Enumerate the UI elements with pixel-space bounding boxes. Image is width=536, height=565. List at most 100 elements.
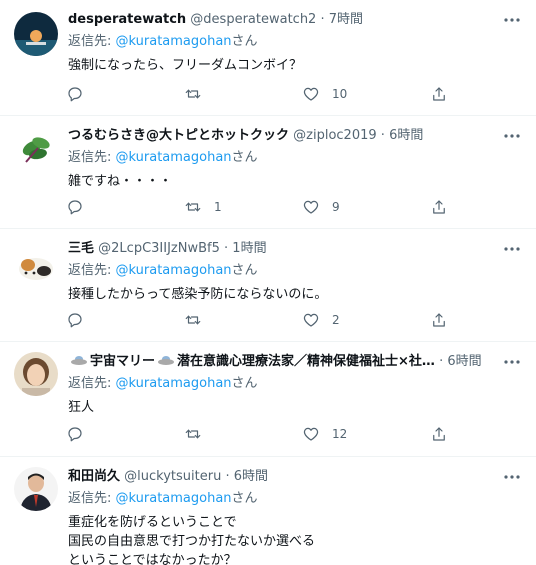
retweet-icon xyxy=(185,89,201,99)
tweet[interactable]: desperatewatch @desperatewatch2 · 7時間 返信… xyxy=(0,0,536,116)
tweet[interactable]: 宇宙マリー 潜在意識心理療法家／精神保健福祉士×社… · 6時間 返信先: @ku… xyxy=(0,342,536,457)
display-name[interactable]: desperatewatch xyxy=(68,12,186,27)
heart-icon xyxy=(303,313,319,327)
avatar[interactable] xyxy=(14,12,58,56)
reply-icon xyxy=(68,427,82,442)
retweet-button[interactable]: 1 xyxy=(184,195,222,219)
tweet[interactable]: 三毛 @2LcpC3IIJzNwBf5 · 1時間 返信先: @kuratama… xyxy=(0,229,536,342)
tweet-actions: 10 xyxy=(60,82,460,106)
reply-to-link[interactable]: @kuratamagohan xyxy=(116,150,232,165)
display-name[interactable]: 三毛 xyxy=(68,241,94,256)
more-button[interactable] xyxy=(500,126,524,146)
like-button[interactable]: 2 xyxy=(302,308,340,332)
display-name[interactable]: つるむらさき@大トピとホットクック xyxy=(68,128,289,143)
timestamp[interactable]: 6時間 xyxy=(389,128,423,143)
heart-icon xyxy=(303,87,319,101)
share-icon xyxy=(433,87,445,101)
reply-context: 返信先: @kuratamagohanさん xyxy=(68,148,524,168)
reply-feed: desperatewatch @desperatewatch2 · 7時間 返信… xyxy=(0,0,536,565)
retweet-button[interactable] xyxy=(184,422,202,446)
tweet-text: 重症化を防げるということで 国民の自由意思で打つか打たないか選べる ということで… xyxy=(68,515,316,565)
more-button[interactable] xyxy=(500,352,524,372)
like-count: 10 xyxy=(332,87,348,101)
tweet-text: 雑ですね・・・・ xyxy=(68,174,173,189)
more-button[interactable] xyxy=(500,239,524,259)
reply-to-link[interactable]: @kuratamagohan xyxy=(116,263,232,278)
tweet-text: 狂人 xyxy=(68,400,95,415)
ufo-icon xyxy=(158,356,175,365)
reply-to-link[interactable]: @kuratamagohan xyxy=(116,491,232,506)
retweet-button[interactable] xyxy=(184,82,202,106)
retweet-icon xyxy=(185,202,201,212)
reply-suffix: さん xyxy=(231,263,258,278)
timestamp[interactable]: 6時間 xyxy=(234,469,268,484)
heart-icon xyxy=(303,200,319,214)
reply-prefix: 返信先: xyxy=(68,150,116,165)
timestamp[interactable]: 1時間 xyxy=(232,241,266,256)
like-count: 12 xyxy=(332,427,348,441)
reply-prefix: 返信先: xyxy=(68,263,116,278)
user-handle[interactable]: @2LcpC3IIJzNwBf5 xyxy=(98,241,220,256)
reply-prefix: 返信先: xyxy=(68,491,116,506)
retweet-button[interactable] xyxy=(184,308,202,332)
display-name-part1[interactable]: 宇宙マリー xyxy=(90,354,155,369)
tweet-text: 接種したからって感染予防にならないのに。 xyxy=(68,287,328,302)
reply-context: 返信先: @kuratamagohanさん xyxy=(68,374,524,394)
avatar[interactable] xyxy=(14,126,58,170)
display-name[interactable]: 和田尚久 xyxy=(68,469,120,484)
display-name-part2[interactable]: 潜在意識心理療法家／精神保健福祉士×社… xyxy=(177,354,435,369)
tweet-header: 和田尚久 @luckytsuiteru · 6時間 xyxy=(68,467,524,487)
reply-button[interactable] xyxy=(66,422,84,446)
tweet-actions: 12 xyxy=(60,422,460,446)
reply-suffix: さん xyxy=(231,150,258,165)
more-button[interactable] xyxy=(500,10,524,30)
share-icon xyxy=(433,313,445,327)
reply-icon xyxy=(68,87,82,102)
like-count: 9 xyxy=(332,200,340,214)
share-icon xyxy=(433,200,445,214)
share-button[interactable] xyxy=(430,82,448,106)
reply-button[interactable] xyxy=(66,308,84,332)
tweet-header: 三毛 @2LcpC3IIJzNwBf5 · 1時間 xyxy=(68,239,524,259)
reply-button[interactable] xyxy=(66,82,84,106)
timestamp[interactable]: 7時間 xyxy=(329,12,363,27)
share-button[interactable] xyxy=(430,422,448,446)
reply-prefix: 返信先: xyxy=(68,34,116,49)
share-button[interactable] xyxy=(430,195,448,219)
tweet[interactable]: つるむらさき@大トピとホットクック @ziploc2019 · 6時間 返信先:… xyxy=(0,116,536,229)
separator-dot: · xyxy=(380,128,385,143)
avatar[interactable] xyxy=(14,467,58,511)
ufo-icon xyxy=(71,356,87,365)
more-icon xyxy=(504,360,520,364)
reply-icon xyxy=(68,200,82,215)
reply-icon xyxy=(68,313,82,328)
more-icon xyxy=(504,134,520,138)
separator-dot: · xyxy=(224,241,229,256)
avatar[interactable] xyxy=(14,243,58,287)
reply-to-link[interactable]: @kuratamagohan xyxy=(116,376,232,391)
like-button[interactable]: 9 xyxy=(302,195,340,219)
user-handle[interactable]: @ziploc2019 xyxy=(293,128,376,143)
more-icon xyxy=(504,247,520,251)
timestamp[interactable]: 6時間 xyxy=(447,354,481,369)
tweet-header: つるむらさき@大トピとホットクック @ziploc2019 · 6時間 xyxy=(68,126,524,146)
reply-context: 返信先: @kuratamagohanさん xyxy=(68,32,524,52)
retweet-icon xyxy=(185,315,201,325)
more-button[interactable] xyxy=(500,467,524,487)
reply-to-link[interactable]: @kuratamagohan xyxy=(116,34,232,49)
tweet-actions: 2 xyxy=(60,308,460,332)
user-handle[interactable]: @desperatewatch2 xyxy=(190,12,316,27)
reply-suffix: さん xyxy=(231,34,258,49)
more-icon xyxy=(504,18,520,22)
reply-button[interactable] xyxy=(66,195,84,219)
tweet-actions: 1 9 xyxy=(60,195,460,219)
reply-suffix: さん xyxy=(231,491,258,506)
separator-dot: · xyxy=(439,354,444,369)
user-handle[interactable]: @luckytsuiteru xyxy=(124,469,221,484)
share-button[interactable] xyxy=(430,308,448,332)
like-button[interactable]: 12 xyxy=(302,422,347,446)
tweet[interactable]: 和田尚久 @luckytsuiteru · 6時間 返信先: @kuratama… xyxy=(0,457,536,565)
more-icon xyxy=(504,475,520,479)
avatar[interactable] xyxy=(14,352,58,396)
like-button[interactable]: 10 xyxy=(302,82,347,106)
